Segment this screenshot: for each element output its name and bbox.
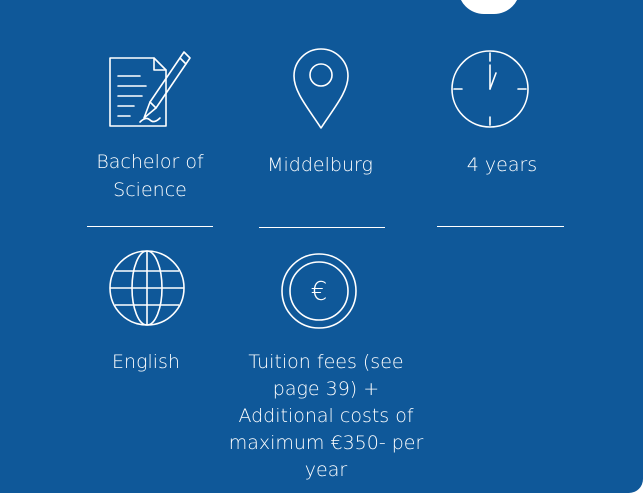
document-pen-icon xyxy=(109,51,191,127)
globe-icon xyxy=(109,250,185,326)
degree-label: Bachelor of Science xyxy=(96,151,204,201)
euro-coin-icon: € xyxy=(281,253,357,329)
duration-label: 4 years xyxy=(466,154,538,176)
language-label: English xyxy=(112,351,180,373)
location-label: Middelburg xyxy=(267,154,373,176)
clock-icon xyxy=(451,50,529,128)
location-divider xyxy=(259,227,385,228)
degree-divider xyxy=(87,226,213,227)
costs-label: Tuition fees (see page 39) + Additional … xyxy=(228,351,424,481)
map-pin-icon xyxy=(293,48,349,129)
top-tab xyxy=(458,0,520,14)
duration-divider xyxy=(437,226,564,227)
programme-facts-card: Bachelor of Science Middelburg 4 years E… xyxy=(0,0,643,493)
euro-symbol: € xyxy=(311,277,328,307)
